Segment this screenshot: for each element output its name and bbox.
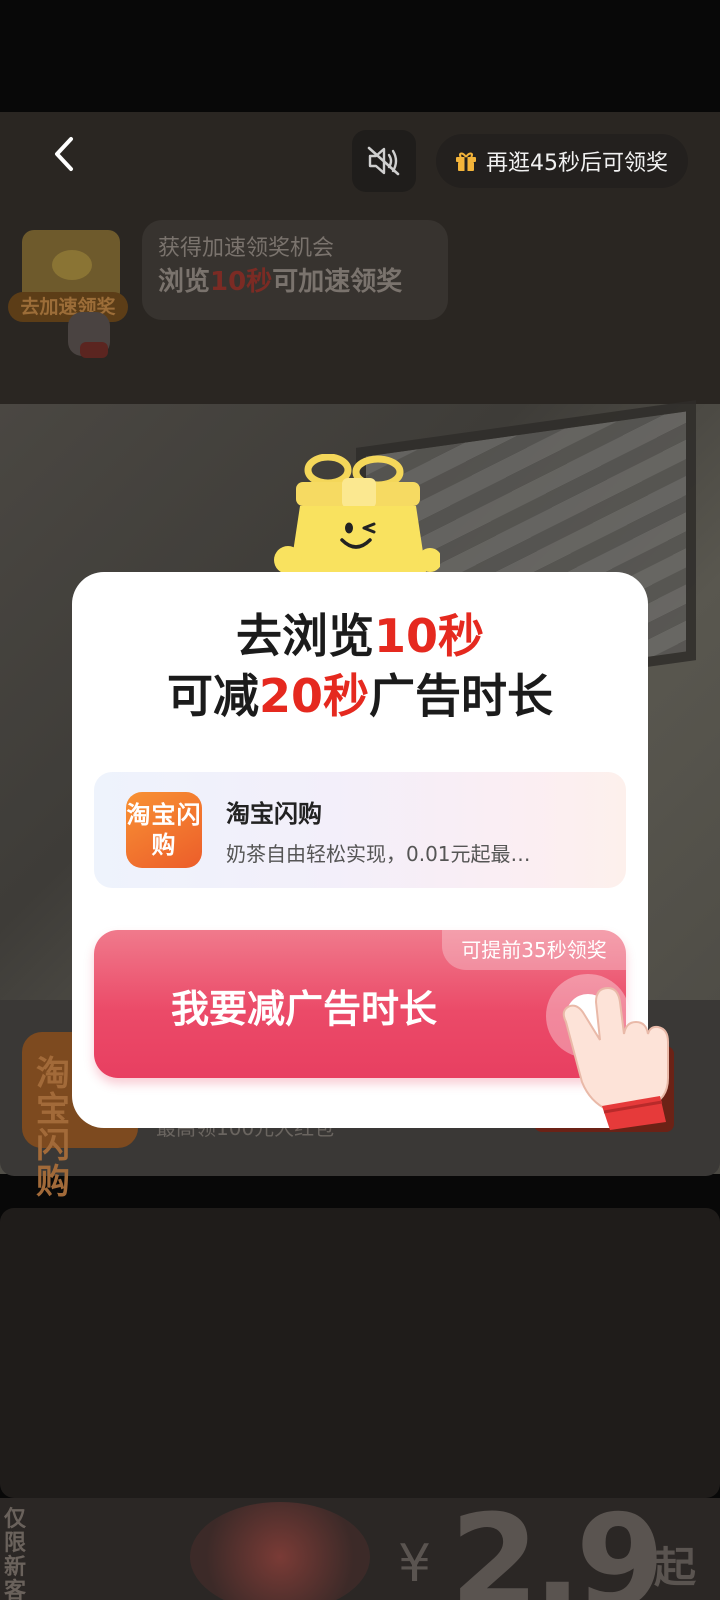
title-line2-pre: 可减 [166, 669, 259, 723]
reduce-ad-time-label: 我要减广告时长 [170, 987, 437, 1031]
promoted-app-card[interactable]: 淘宝闪购 淘宝闪购 奶茶自由轻松实现，0.01元起最… [94, 772, 626, 888]
title-line2-highlight: 20秒 [258, 669, 369, 723]
reward-countdown-text: 再逛45秒后可领奖 [486, 151, 668, 176]
promo-food-image [190, 1502, 370, 1600]
promo-price-suffix: 起 [654, 1543, 697, 1592]
ad-reward-page: 淘宝闪购 最高领100元大红包 仅限新客 ¥ 2.9 起 再逛45秒后可领奖 去… [0, 0, 720, 1600]
speedup-gift-face [52, 250, 92, 280]
promo-price: 2.9 [450, 1488, 665, 1600]
gift-mascot-icon [274, 454, 440, 574]
speedup-line2-post: 可加速领奖 [272, 267, 403, 297]
title-line1-highlight: 10秒 [373, 609, 484, 663]
reduce-ad-time-button[interactable]: 可提前35秒领奖 我要减广告时长 [94, 930, 630, 1078]
mute-button[interactable] [352, 130, 416, 192]
early-reward-badge: 可提前35秒领奖 [442, 930, 626, 970]
dialog-title-line1: 去浏览10秒 [72, 606, 648, 666]
speedup-tooltip: 获得加速领奖机会 浏览10秒可加速领奖 [142, 220, 448, 320]
app-logo: 淘宝闪购 [126, 792, 202, 868]
pointing-hand-icon [562, 986, 669, 1130]
dialog-title-line2: 可减20秒广告时长 [72, 666, 648, 726]
speaker-muted-icon [367, 146, 400, 176]
dialog-title: 去浏览10秒 可减20秒广告时长 [72, 606, 648, 726]
gift-icon [456, 152, 476, 171]
speedup-hand-icon [68, 312, 110, 358]
background-panel [0, 1208, 720, 1498]
app-description: 奶茶自由轻松实现，0.01元起最… [226, 842, 531, 866]
title-line1-pre: 去浏览 [235, 609, 374, 663]
speedup-tooltip-line1: 获得加速领奖机会 [158, 236, 335, 261]
chevron-left-icon [55, 137, 73, 171]
app-name: 淘宝闪购 [226, 800, 322, 828]
promo-new-customer-label: 仅限新客 [4, 1507, 27, 1600]
speedup-button[interactable]: 去加速领奖 [8, 292, 128, 322]
reward-countdown-pill: 再逛45秒后可领奖 [436, 134, 688, 188]
speedup-tooltip-line2: 浏览10秒可加速领奖 [158, 264, 432, 300]
speedup-line2-highlight: 10秒 [210, 267, 273, 297]
promo-price-symbol: ¥ [398, 1534, 432, 1594]
background-promo-banner: 仅限新客 ¥ 2.9 起 [0, 1488, 720, 1600]
title-line2-post: 广告时长 [369, 669, 553, 723]
back-button[interactable] [42, 130, 86, 178]
speedup-line2-pre: 浏览 [158, 267, 211, 297]
